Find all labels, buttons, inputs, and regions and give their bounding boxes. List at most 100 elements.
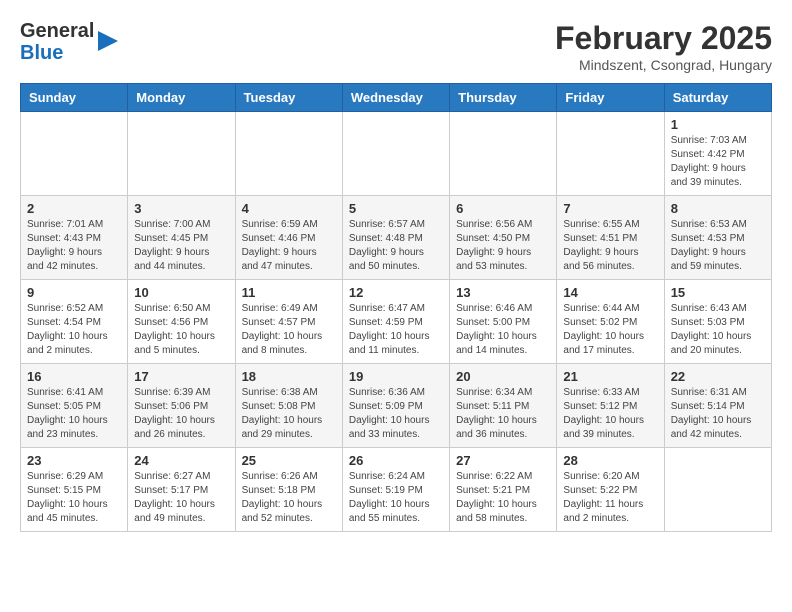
day-cell: 21 Sunrise: 6:33 AM Sunset: 5:12 PM Dayli… (557, 364, 664, 448)
day-cell: 28 Sunrise: 6:20 AM Sunset: 5:22 PM Dayli… (557, 448, 664, 532)
day-cell: 10 Sunrise: 6:50 AM Sunset: 4:56 PM Dayli… (128, 280, 235, 364)
day-cell: 18 Sunrise: 6:38 AM Sunset: 5:08 PM Dayli… (235, 364, 342, 448)
day-cell: 22 Sunrise: 6:31 AM Sunset: 5:14 PM Dayli… (664, 364, 771, 448)
day-cell (557, 112, 664, 196)
day-number: 22 (671, 369, 765, 384)
day-cell: 13 Sunrise: 6:46 AM Sunset: 5:00 PM Dayli… (450, 280, 557, 364)
logo: General Blue (20, 20, 118, 64)
day-info: Sunrise: 6:33 AM Sunset: 5:12 PM Dayligh… (563, 386, 657, 442)
day-info: Sunrise: 6:27 AM Sunset: 5:17 PM Dayligh… (134, 470, 228, 526)
day-number: 2 (27, 201, 121, 216)
weekday-header-sunday: Sunday (21, 84, 128, 112)
day-number: 17 (134, 369, 228, 384)
day-number: 5 (349, 201, 443, 216)
weekday-header-monday: Monday (128, 84, 235, 112)
day-cell: 20 Sunrise: 6:34 AM Sunset: 5:11 PM Dayli… (450, 364, 557, 448)
day-info: Sunrise: 6:43 AM Sunset: 5:03 PM Dayligh… (671, 302, 765, 358)
month-title: February 2025 (555, 20, 772, 57)
day-info: Sunrise: 6:34 AM Sunset: 5:11 PM Dayligh… (456, 386, 550, 442)
day-info: Sunrise: 6:46 AM Sunset: 5:00 PM Dayligh… (456, 302, 550, 358)
day-number: 12 (349, 285, 443, 300)
day-info: Sunrise: 6:57 AM Sunset: 4:48 PM Dayligh… (349, 218, 443, 274)
day-cell: 25 Sunrise: 6:26 AM Sunset: 5:18 PM Dayli… (235, 448, 342, 532)
day-info: Sunrise: 6:56 AM Sunset: 4:50 PM Dayligh… (456, 218, 550, 274)
week-row-5: 23 Sunrise: 6:29 AM Sunset: 5:15 PM Dayli… (21, 448, 772, 532)
day-number: 21 (563, 369, 657, 384)
day-cell (21, 112, 128, 196)
day-cell (235, 112, 342, 196)
day-info: Sunrise: 6:41 AM Sunset: 5:05 PM Dayligh… (27, 386, 121, 442)
day-number: 7 (563, 201, 657, 216)
day-number: 19 (349, 369, 443, 384)
day-cell: 24 Sunrise: 6:27 AM Sunset: 5:17 PM Dayli… (128, 448, 235, 532)
day-cell: 1 Sunrise: 7:03 AM Sunset: 4:42 PM Daylig… (664, 112, 771, 196)
day-number: 20 (456, 369, 550, 384)
day-cell: 9Sunrise: 6:52 AM Sunset: 4:54 PM Daylig… (21, 280, 128, 364)
day-number: 24 (134, 453, 228, 468)
day-info: Sunrise: 6:24 AM Sunset: 5:19 PM Dayligh… (349, 470, 443, 526)
day-number: 14 (563, 285, 657, 300)
day-info: Sunrise: 6:59 AM Sunset: 4:46 PM Dayligh… (242, 218, 336, 274)
weekday-header-wednesday: Wednesday (342, 84, 449, 112)
day-cell: 19 Sunrise: 6:36 AM Sunset: 5:09 PM Dayli… (342, 364, 449, 448)
day-info: Sunrise: 6:39 AM Sunset: 5:06 PM Dayligh… (134, 386, 228, 442)
day-info: Sunrise: 6:52 AM Sunset: 4:54 PM Dayligh… (27, 302, 121, 358)
day-cell: 8Sunrise: 6:53 AM Sunset: 4:53 PM Daylig… (664, 196, 771, 280)
day-info: Sunrise: 6:29 AM Sunset: 5:15 PM Dayligh… (27, 470, 121, 526)
day-cell (450, 112, 557, 196)
day-number: 18 (242, 369, 336, 384)
day-cell: 4 Sunrise: 6:59 AM Sunset: 4:46 PM Daylig… (235, 196, 342, 280)
day-cell (664, 448, 771, 532)
day-cell (342, 112, 449, 196)
day-cell: 17 Sunrise: 6:39 AM Sunset: 5:06 PM Dayli… (128, 364, 235, 448)
day-number: 10 (134, 285, 228, 300)
day-cell: 14Sunrise: 6:44 AM Sunset: 5:02 PM Dayli… (557, 280, 664, 364)
day-info: Sunrise: 6:36 AM Sunset: 5:09 PM Dayligh… (349, 386, 443, 442)
logo-general: General Blue (20, 20, 94, 64)
day-info: Sunrise: 7:01 AM Sunset: 4:43 PM Dayligh… (27, 218, 121, 274)
day-cell (128, 112, 235, 196)
week-row-2: 2 Sunrise: 7:01 AM Sunset: 4:43 PM Daylig… (21, 196, 772, 280)
week-row-3: 9Sunrise: 6:52 AM Sunset: 4:54 PM Daylig… (21, 280, 772, 364)
day-info: Sunrise: 6:26 AM Sunset: 5:18 PM Dayligh… (242, 470, 336, 526)
day-number: 13 (456, 285, 550, 300)
day-info: Sunrise: 6:31 AM Sunset: 5:14 PM Dayligh… (671, 386, 765, 442)
day-number: 27 (456, 453, 550, 468)
day-number: 8 (671, 201, 765, 216)
week-row-4: 16 Sunrise: 6:41 AM Sunset: 5:05 PM Dayli… (21, 364, 772, 448)
day-number: 1 (671, 117, 765, 132)
day-info: Sunrise: 7:03 AM Sunset: 4:42 PM Dayligh… (671, 134, 765, 190)
day-cell: 23 Sunrise: 6:29 AM Sunset: 5:15 PM Dayli… (21, 448, 128, 532)
day-cell: 7Sunrise: 6:55 AM Sunset: 4:51 PM Daylig… (557, 196, 664, 280)
day-info: Sunrise: 6:20 AM Sunset: 5:22 PM Dayligh… (563, 470, 657, 526)
day-number: 11 (242, 285, 336, 300)
day-number: 28 (563, 453, 657, 468)
calendar: SundayMondayTuesdayWednesdayThursdayFrid… (20, 83, 772, 532)
day-info: Sunrise: 6:50 AM Sunset: 4:56 PM Dayligh… (134, 302, 228, 358)
day-cell: 26 Sunrise: 6:24 AM Sunset: 5:19 PM Dayli… (342, 448, 449, 532)
header: General Blue February 2025 Mindszent, Cs… (20, 20, 772, 73)
day-number: 23 (27, 453, 121, 468)
logo-arrow-icon (98, 31, 118, 51)
weekday-header-row: SundayMondayTuesdayWednesdayThursdayFrid… (21, 84, 772, 112)
day-number: 4 (242, 201, 336, 216)
day-number: 25 (242, 453, 336, 468)
day-info: Sunrise: 6:47 AM Sunset: 4:59 PM Dayligh… (349, 302, 443, 358)
day-cell: 3Sunrise: 7:00 AM Sunset: 4:45 PM Daylig… (128, 196, 235, 280)
title-section: February 2025 Mindszent, Csongrad, Hunga… (555, 20, 772, 73)
calendar-body: 1 Sunrise: 7:03 AM Sunset: 4:42 PM Daylig… (21, 112, 772, 532)
day-number: 26 (349, 453, 443, 468)
week-row-1: 1 Sunrise: 7:03 AM Sunset: 4:42 PM Daylig… (21, 112, 772, 196)
weekday-header-friday: Friday (557, 84, 664, 112)
day-number: 15 (671, 285, 765, 300)
weekday-header-saturday: Saturday (664, 84, 771, 112)
day-cell: 12 Sunrise: 6:47 AM Sunset: 4:59 PM Dayli… (342, 280, 449, 364)
day-info: Sunrise: 6:38 AM Sunset: 5:08 PM Dayligh… (242, 386, 336, 442)
day-cell: 5 Sunrise: 6:57 AM Sunset: 4:48 PM Daylig… (342, 196, 449, 280)
day-number: 3 (134, 201, 228, 216)
weekday-header-tuesday: Tuesday (235, 84, 342, 112)
day-info: Sunrise: 6:49 AM Sunset: 4:57 PM Dayligh… (242, 302, 336, 358)
day-cell: 16 Sunrise: 6:41 AM Sunset: 5:05 PM Dayli… (21, 364, 128, 448)
day-number: 16 (27, 369, 121, 384)
day-info: Sunrise: 6:22 AM Sunset: 5:21 PM Dayligh… (456, 470, 550, 526)
